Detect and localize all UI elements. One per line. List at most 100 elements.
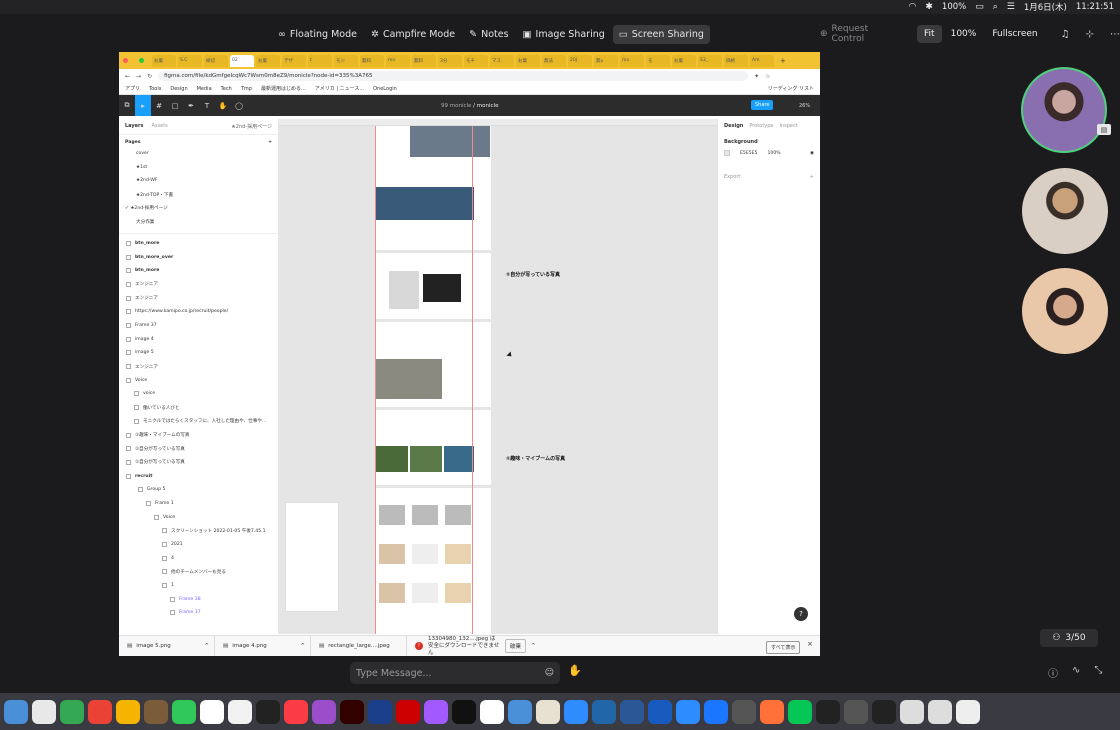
- back-icon[interactable]: ←: [125, 73, 130, 80]
- browser-tab[interactable]: 無料: [412, 54, 436, 67]
- browser-tab[interactable]: マス: [490, 54, 514, 67]
- browser-tab[interactable]: 無料: [360, 54, 384, 67]
- dock-app-icon[interactable]: [60, 699, 84, 724]
- dock-app-icon[interactable]: [396, 699, 420, 724]
- browser-tab[interactable]: デザ: [282, 54, 306, 67]
- download-item[interactable]: ▤ image 4.png ^: [215, 635, 311, 656]
- browser-tab[interactable]: 3分: [438, 54, 462, 67]
- dock-app-icon[interactable]: [788, 699, 812, 724]
- dock-app-icon[interactable]: [760, 699, 784, 724]
- prototype-tab[interactable]: Prototype: [749, 123, 773, 129]
- screen-sharing-button[interactable]: ▭ Screen Sharing: [612, 24, 710, 44]
- browser-tab[interactable]: mo: [386, 54, 410, 67]
- figma-menu-icon[interactable]: ⧉: [119, 95, 135, 116]
- bookmark-item[interactable]: Design: [170, 86, 187, 92]
- layers-tab[interactable]: Layers: [125, 123, 144, 130]
- layer-row[interactable]: ①自分が写っている写真: [119, 442, 278, 456]
- help-icon[interactable]: ?: [794, 607, 808, 621]
- background-opacity[interactable]: 100%: [767, 151, 780, 156]
- move-tool-icon[interactable]: ▸: [135, 95, 151, 116]
- request-control-button[interactable]: ⊕ Request Control: [820, 24, 893, 44]
- layer-row[interactable]: btn_more: [119, 237, 278, 251]
- dock-app-icon[interactable]: [312, 699, 336, 724]
- layer-row[interactable]: image 4: [119, 332, 278, 346]
- bookmark-item[interactable]: Tmp: [241, 86, 252, 92]
- browser-tab[interactable]: 無法: [542, 54, 566, 67]
- dock-app-icon[interactable]: [648, 699, 672, 724]
- layer-row[interactable]: スクリーンショット 2022-01-05 午後7.45.1: [119, 524, 278, 538]
- zoom-level[interactable]: 26%: [799, 103, 810, 109]
- dock-app-icon[interactable]: [928, 699, 952, 724]
- bookmark-item[interactable]: アメリカ | ニュース...: [315, 85, 364, 92]
- layer-row[interactable]: モニクルではたらくスタッフに、入社した理由や、仕事や...: [119, 415, 278, 429]
- dock-app-icon[interactable]: [536, 699, 560, 724]
- bluetooth-icon[interactable]: ✱: [925, 2, 933, 12]
- layer-row[interactable]: btn_more_over: [119, 250, 278, 264]
- background-swatch[interactable]: [724, 150, 730, 156]
- control-center-icon[interactable]: ☰: [1007, 2, 1015, 12]
- floating-mode-button[interactable]: ∞ Floating Mode: [272, 25, 363, 44]
- layer-row[interactable]: 他のチームメンバーも見る: [119, 565, 278, 579]
- layer-row[interactable]: Frame 38: [119, 592, 278, 606]
- layer-row[interactable]: ①趣味・マイブームの写真: [119, 428, 278, 442]
- browser-tab[interactable]: S.C: [178, 54, 202, 67]
- dock-app-icon[interactable]: [4, 699, 28, 724]
- dock-app-icon[interactable]: [200, 699, 224, 724]
- add-page-icon[interactable]: +: [268, 140, 272, 145]
- browser-tab[interactable]: 02: [230, 54, 254, 67]
- layer-row[interactable]: Frame 37: [119, 319, 278, 333]
- dock-app-icon[interactable]: [676, 699, 700, 724]
- dock-app-icon[interactable]: [424, 699, 448, 724]
- eye-icon[interactable]: ◉: [810, 151, 814, 156]
- chevron-up-icon[interactable]: ^: [204, 643, 214, 649]
- layer-row[interactable]: ①自分が写っている写真: [119, 456, 278, 470]
- dock-app-icon[interactable]: [564, 699, 588, 724]
- dock-app-icon[interactable]: [228, 699, 252, 724]
- chat-bubble-icon[interactable]: ▤: [1097, 124, 1111, 135]
- page-item[interactable]: ★1st: [119, 162, 278, 176]
- browser-tab[interactable]: お菓: [152, 54, 176, 67]
- download-item[interactable]: ▤ image 5.png ^: [119, 635, 215, 656]
- layer-row[interactable]: https://www.kamipo.co.jp/recruit/people/: [119, 305, 278, 319]
- dock-app-icon[interactable]: [844, 699, 868, 724]
- layer-row[interactable]: Group 5: [119, 483, 278, 497]
- browser-tab[interactable]: Am: [750, 54, 774, 67]
- campfire-mode-button[interactable]: ✲ Campfire Mode: [365, 25, 461, 44]
- dock-app-icon[interactable]: [704, 699, 728, 724]
- close-icon[interactable]: ×: [807, 640, 813, 648]
- layer-row[interactable]: image 5: [119, 346, 278, 360]
- search-icon[interactable]: ⌕: [993, 2, 998, 12]
- browser-tab[interactable]: 20J: [568, 54, 592, 67]
- layer-row[interactable]: voice: [119, 387, 278, 401]
- participant-video-3[interactable]: [1022, 268, 1108, 354]
- dock-app-icon[interactable]: [116, 699, 140, 724]
- discard-button[interactable]: 破棄: [505, 639, 527, 653]
- layer-row[interactable]: 4: [119, 551, 278, 565]
- activity-icon[interactable]: ∿: [1072, 665, 1080, 680]
- layer-row[interactable]: エンジニア: [119, 291, 278, 305]
- bookmark-item[interactable]: 最新運用はじめる...: [261, 85, 306, 92]
- star-icon[interactable]: ☆: [765, 73, 770, 80]
- browser-tab[interactable]: モ: [646, 54, 670, 67]
- layer-row[interactable]: 1: [119, 579, 278, 593]
- participant-count[interactable]: ⚇ 3/50: [1040, 629, 1098, 647]
- reload-icon[interactable]: ↻: [147, 73, 152, 80]
- participant-video-2[interactable]: [1022, 168, 1108, 254]
- text-tool-icon[interactable]: T: [199, 95, 215, 116]
- hand-tool-icon[interactable]: ✋: [215, 95, 231, 116]
- current-page[interactable]: ★2nd-採用ページ: [231, 123, 272, 130]
- dock-app-icon[interactable]: [620, 699, 644, 724]
- assets-tab[interactable]: Assets: [152, 123, 168, 130]
- page-item[interactable]: ★2nd-WF: [119, 175, 278, 189]
- page-item[interactable]: cover: [119, 148, 278, 162]
- forward-icon[interactable]: →: [136, 73, 141, 80]
- dock-app-icon[interactable]: [900, 699, 924, 724]
- layer-row[interactable]: Voice: [119, 373, 278, 387]
- dock-app-icon[interactable]: [452, 699, 476, 724]
- design-canvas[interactable]: ①自分が写っている写真 ①趣味・マイブームの写真: [279, 119, 717, 634]
- message-input[interactable]: Type Message... ☺: [350, 662, 560, 684]
- music-icon[interactable]: ♫: [1061, 29, 1070, 40]
- share-button[interactable]: Share: [751, 100, 774, 110]
- wifi-icon[interactable]: ◠: [909, 2, 917, 12]
- layer-row[interactable]: Frame 1: [119, 497, 278, 511]
